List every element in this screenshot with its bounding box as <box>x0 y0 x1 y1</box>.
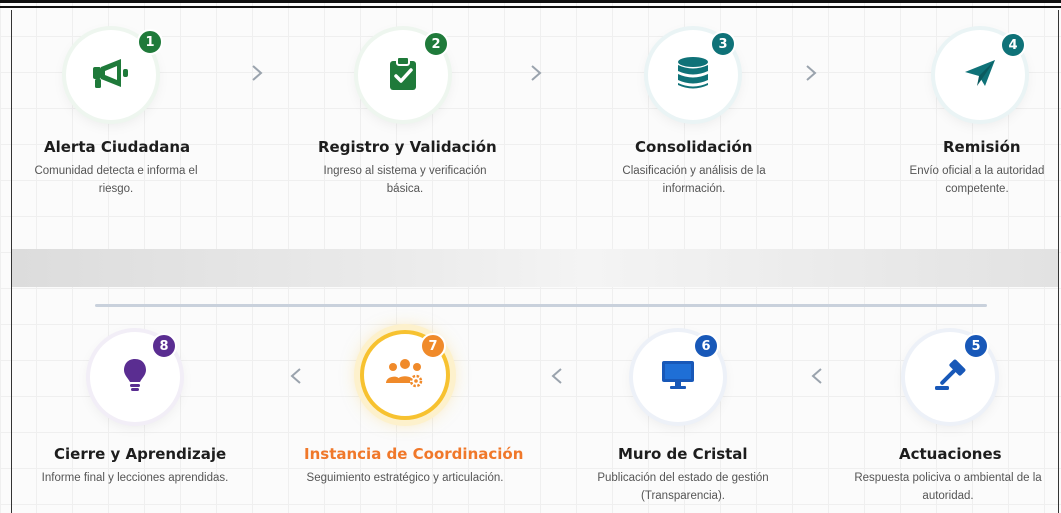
lightbulb-icon <box>122 357 148 397</box>
frame-right-border <box>1058 10 1059 513</box>
bottom-row-connector-line <box>95 304 987 307</box>
team-gear-icon <box>385 357 425 393</box>
step-8-description: Informe final y lecciones aprendidas. <box>41 472 229 484</box>
megaphone-icon <box>91 56 131 94</box>
chevron-right-icon <box>799 61 823 85</box>
step-1-description: Comunidad detecta e informa el riesgo. <box>34 165 198 195</box>
step-2-description: Ingreso al sistema y verificación básica… <box>323 165 487 195</box>
paper-plane-icon <box>963 58 997 92</box>
chevron-right-icon <box>524 61 548 85</box>
step-8-badge: 8 <box>151 333 177 359</box>
clipboard-check-icon <box>388 55 418 95</box>
step-5-title: Actuaciones <box>899 445 1002 463</box>
step-2-title: Registro y Validación <box>318 138 497 156</box>
step-5-description: Respuesta policiva o ambiental de la aut… <box>854 472 1042 502</box>
chevron-left-icon <box>805 364 829 388</box>
chevron-right-icon <box>245 61 269 85</box>
step-3-badge: 3 <box>710 31 736 57</box>
row-divider-band <box>12 249 1058 287</box>
step-5-badge: 5 <box>963 333 989 359</box>
step-7-description: Seguimiento estratégico y articulación. <box>306 472 504 484</box>
step-8-title: Cierre y Aprendizaje <box>54 445 227 463</box>
step-3-title: Consolidación <box>635 138 753 156</box>
frame-top-border-inner <box>0 6 1061 8</box>
monitor-icon <box>660 359 696 395</box>
step-6-badge: 6 <box>693 333 719 359</box>
step-3-description: Clasificación y análisis de la informaci… <box>622 165 766 195</box>
step-2-badge: 2 <box>423 31 449 57</box>
step-6-title: Muro de Cristal <box>618 445 748 463</box>
step-4-badge: 4 <box>1000 32 1026 58</box>
step-7-title: Instancia de Coordinación <box>304 445 524 463</box>
step-7-badge: 7 <box>420 333 446 359</box>
step-1-title: Alerta Ciudadana <box>44 138 191 156</box>
chevron-left-icon <box>284 364 308 388</box>
chevron-left-icon <box>545 364 569 388</box>
step-4-description: Envío oficial a la autoridad competente. <box>909 165 1045 195</box>
step-1-badge: 1 <box>137 29 163 55</box>
step-6-description: Publicación del estado de gestión (Trans… <box>597 472 769 502</box>
step-4-title: Remisión <box>943 138 1021 156</box>
gavel-icon <box>933 358 967 396</box>
frame-top-border <box>0 0 1061 3</box>
database-icon <box>676 56 710 94</box>
